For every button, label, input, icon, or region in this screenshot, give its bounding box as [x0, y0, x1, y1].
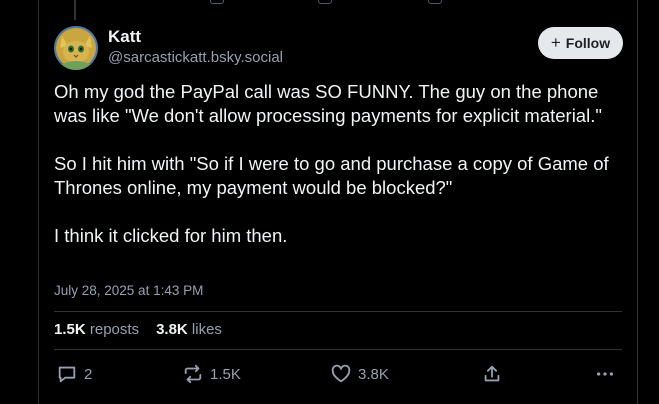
engagement-stats: 1.5K reposts 3.8K likes — [54, 321, 222, 338]
previous-like-icon[interactable] — [318, 0, 332, 4]
previous-post-actions — [0, 0, 659, 6]
likes-stat[interactable]: 3.8K likes — [156, 321, 222, 338]
heart-icon — [331, 364, 351, 383]
avatar[interactable] — [54, 26, 98, 70]
post-paragraph: Oh my god the PayPal call was SO FUNNY. … — [54, 81, 602, 126]
previous-repost-icon[interactable] — [210, 0, 224, 4]
plus-icon: + — [550, 32, 561, 52]
repost-button[interactable]: 1.5K — [182, 362, 241, 386]
reply-count: 2 — [84, 365, 93, 383]
like-button[interactable]: 3.8K — [330, 362, 389, 386]
post-paragraph: I think it clicked for him then. — [54, 225, 288, 246]
author-name[interactable]: Katt — [108, 27, 141, 47]
repost-icon — [184, 364, 202, 384]
follow-button[interactable]: + Follow — [538, 27, 623, 59]
reposts-stat[interactable]: 1.5K reposts — [54, 321, 139, 338]
follow-label: Follow — [565, 35, 611, 51]
reposts-label: reposts — [89, 321, 140, 338]
share-button[interactable] — [481, 362, 503, 386]
likes-count: 3.8K — [156, 321, 188, 338]
share-icon — [484, 365, 500, 382]
more-options-button[interactable] — [594, 362, 616, 386]
speech-bubble-icon — [58, 366, 76, 383]
reposts-count: 1.5K — [54, 321, 86, 338]
post-timestamp[interactable]: July 28, 2025 at 1:43 PM — [54, 283, 203, 298]
like-count: 3.8K — [358, 365, 389, 383]
divider — [54, 349, 622, 350]
reply-button[interactable]: 2 — [56, 362, 92, 386]
avatar-image — [54, 26, 98, 70]
previous-share-icon[interactable] — [428, 0, 442, 4]
likes-label: likes — [191, 321, 222, 338]
author-handle[interactable]: @sarcastickatt.bsky.social — [108, 49, 283, 66]
post-text: Oh my god the PayPal call was SO FUNNY. … — [54, 80, 629, 272]
repost-count: 1.5K — [210, 365, 241, 383]
more-icon — [596, 372, 614, 376]
post-paragraph: So I hit him with "So if I were to go an… — [54, 153, 609, 198]
divider — [54, 311, 622, 312]
